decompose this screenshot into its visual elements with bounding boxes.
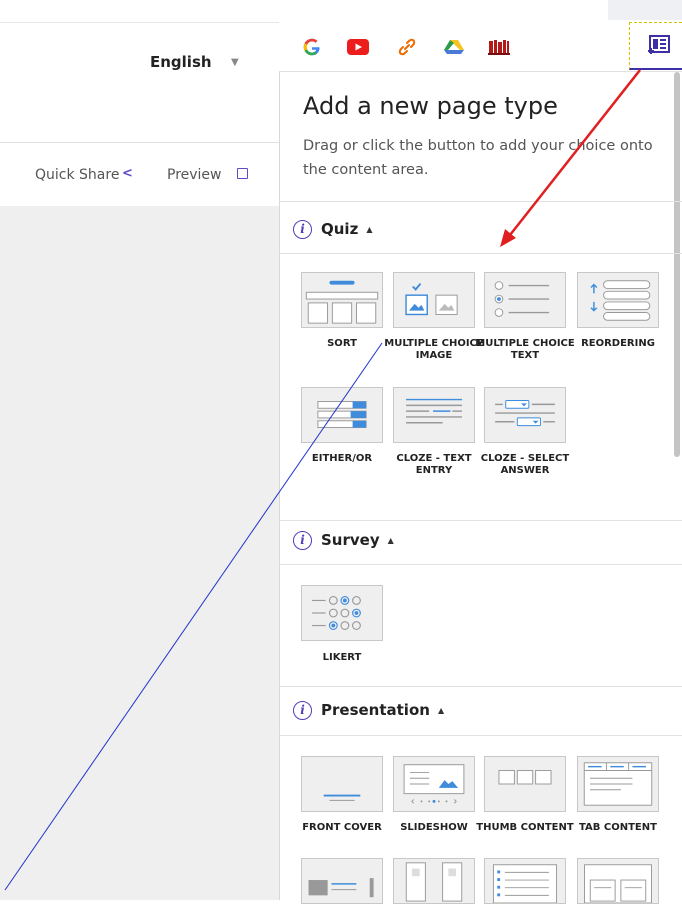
section-survey-header[interactable]: i Survey ▲ [293,528,394,552]
section-label: Survey [321,531,380,549]
section-label: Quiz [321,220,359,238]
tile-label: EITHER/OR [311,453,373,464]
preview-button[interactable]: Preview [167,167,222,183]
tile-label: REORDERING [581,338,655,349]
divider [279,201,682,202]
panel-scrollbar[interactable] [674,72,680,457]
top-strip [608,0,682,20]
drive-icon[interactable] [441,36,467,58]
library-icon[interactable] [486,36,512,58]
tile-cloze-text-entry[interactable] [393,387,475,443]
caret-up-icon[interactable]: ▲ [366,225,372,234]
tile-multiple-choice-text[interactable] [484,272,566,328]
language-select[interactable]: English [150,53,212,71]
tile-label: TAB CONTENT [579,822,657,833]
tile-label: FRONT COVER [302,822,382,833]
tile-slideshow[interactable] [393,756,475,812]
add-page-type-icon[interactable] [645,34,671,56]
tile-sort[interactable] [301,272,383,328]
tile-cloze-select-answer[interactable] [484,387,566,443]
section-label: Presentation [321,701,430,719]
tile-label: MULTIPLE CHOICE IMAGE [384,338,484,361]
chevron-down-icon[interactable]: ▼ [231,57,239,68]
caret-up-icon[interactable]: ▲ [388,536,394,545]
tile-label: CLOZE - TEXT ENTRY [396,453,472,476]
tile-label: CLOZE - SELECT ANSWER [480,453,570,476]
divider [279,253,682,254]
tile-presentation-partial-2[interactable] [393,858,475,904]
tile-label: SLIDESHOW [400,822,468,833]
divider [279,520,682,521]
caret-up-icon[interactable]: ▲ [438,706,444,715]
tile-label: THUMB CONTENT [476,822,574,833]
tile-presentation-partial-1[interactable] [301,858,383,904]
tile-multiple-choice-image[interactable] [393,272,475,328]
content-area[interactable] [0,206,279,900]
tile-front-cover[interactable] [301,756,383,812]
editor-area: English ▼ Quick Share < Preview [0,0,279,900]
quick-share-button[interactable]: Quick Share [35,167,119,183]
share-icon[interactable]: < [122,166,133,181]
tile-presentation-partial-3[interactable] [484,858,566,904]
divider [279,735,682,736]
tile-label: SORT [327,338,357,349]
panel-description: Drag or click the button to add your cho… [303,138,653,178]
tile-thumb-content[interactable] [484,756,566,812]
section-presentation-header[interactable]: i Presentation ▲ [293,698,444,722]
tile-label: MULTIPLE CHOICE TEXT [475,338,575,361]
tile-likert[interactable] [301,585,383,641]
tile-tab-content[interactable] [577,756,659,812]
section-quiz-header[interactable]: i Quiz ▲ [293,217,372,241]
panel-title: Add a new page type [303,92,558,120]
external-link-icon[interactable] [237,168,248,179]
tile-label: LIKERT [322,652,362,663]
google-icon[interactable] [300,36,324,58]
divider [279,564,682,565]
tile-presentation-partial-4[interactable] [577,858,659,904]
panel-toolbar [279,22,682,72]
header-divider [0,142,279,143]
info-icon[interactable]: i [293,219,312,239]
info-icon[interactable]: i [293,700,312,720]
info-icon[interactable]: i [293,530,312,550]
tile-either-or[interactable] [301,387,383,443]
divider [279,686,682,687]
link-icon[interactable] [395,36,419,58]
youtube-icon[interactable] [346,36,370,58]
tile-reordering[interactable] [577,272,659,328]
